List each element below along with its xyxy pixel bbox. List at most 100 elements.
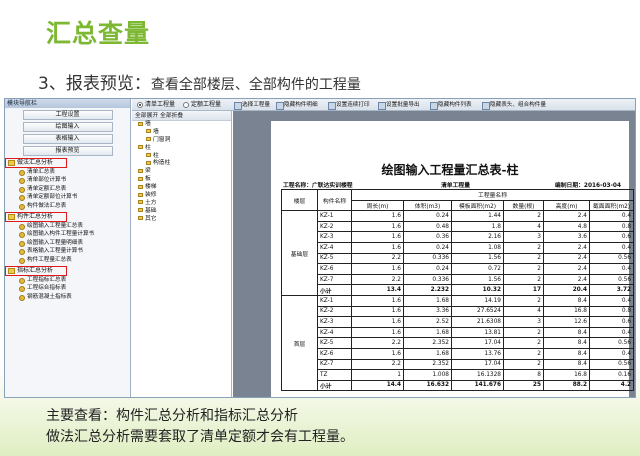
toolbar-button[interactable]: 隐藏构件列表	[430, 99, 472, 111]
nav-group-title[interactable]: 指标汇总分析	[5, 265, 130, 276]
table-cell: 16.632	[403, 379, 452, 392]
table-cell: KZ-6	[317, 347, 352, 360]
highlight-box	[5, 211, 67, 222]
highlight-box	[5, 158, 67, 168]
subtitle-rest: 查看全部楼层、全部构件的工程量	[150, 77, 361, 93]
nav-button[interactable]: 绘图输入	[22, 122, 113, 132]
nav-item[interactable]: 绘图输入工程量汇总表	[5, 222, 130, 231]
nav-item[interactable]: 表格输入工程量计算书	[5, 247, 130, 256]
table-cell: 1	[351, 369, 404, 381]
report-toolbar: 选择工程量 隐藏构件明细 设置连续打印 设置批量导出 隐藏构件列表 隐藏表头、组合构件量	[232, 99, 635, 111]
tree-item[interactable]: 柱	[132, 145, 231, 153]
nav-item[interactable]: 工程指标汇总表	[5, 276, 130, 285]
table-cell: 0.6	[588, 316, 635, 328]
table-cell: 2.2	[351, 337, 404, 349]
table-cell: 1.6	[351, 231, 404, 243]
table-cell: 3.36	[403, 305, 452, 318]
table-cell: 3	[503, 316, 544, 328]
table-cell: 0.24	[403, 263, 452, 275]
nav-button[interactable]: 工程设置	[22, 110, 113, 120]
col-subheader: 模板面积(m2)	[451, 199, 504, 212]
highlight-box	[5, 265, 67, 276]
main-pane: 清单工程量 定额工程量 选择工程量 隐藏构件明细 设置连续打印 设置批量导出 隐藏构件列…	[132, 99, 635, 397]
tree-item[interactable]: 墙	[132, 129, 231, 137]
folder-icon	[138, 200, 143, 205]
table-cell: 0.6	[588, 231, 635, 243]
table-cell: TZ	[317, 369, 352, 381]
table-cell: 12.6	[543, 316, 590, 328]
nav-item[interactable]: 绘图输入构件工程量计算书	[5, 230, 130, 239]
table-cell: 14.4	[351, 379, 404, 392]
tree-item[interactable]: 门窗洞	[132, 137, 231, 145]
table-cell: 0.4	[588, 347, 635, 360]
nav-button[interactable]: 表格输入	[22, 134, 113, 144]
col-subheader: 周长(m)	[351, 199, 404, 212]
app-screenshot: 模块导航栏 工程设置 绘图输入 表格输入 报表预览 做法汇总分析 清单汇总表 清单部位计算…	[4, 98, 636, 398]
table-row: KZ-2 1.6 3.36 27.6524 4 16.8 0.8	[282, 305, 635, 318]
table-cell: 4.8	[543, 220, 590, 233]
toolbar-button[interactable]: 设置批量导出	[378, 99, 420, 111]
tree-item[interactable]: 板	[132, 176, 231, 184]
report-preview-area: 绘图输入工程量汇总表-柱 工程名称：广联达实训楼程 清单工程量 编制日期：201…	[233, 111, 635, 397]
tree-item[interactable]: 柱	[132, 153, 231, 161]
table-cell: 2	[503, 210, 544, 222]
report-page: 绘图输入工程量汇总表-柱 工程名称：广联达实训楼程 清单工程量 编制日期：201…	[271, 121, 635, 397]
table-cell: 13.4	[351, 284, 404, 296]
tree-item[interactable]: 楼梯	[132, 184, 231, 192]
toolbar-button[interactable]: 选择工程量	[234, 99, 270, 111]
table-cell: 4	[503, 305, 544, 318]
tree-item-label: 门窗洞	[153, 136, 171, 143]
tree-item[interactable]: 装修	[132, 192, 231, 200]
table-cell: 2.232	[403, 284, 452, 296]
nav-item[interactable]: 钢筋混凝土指标表	[5, 293, 130, 302]
report-title: 绘图输入工程量汇总表-柱	[381, 163, 519, 177]
nav-item[interactable]: 清单部位计算书	[5, 176, 130, 185]
subtitle-main: 3、报表预览：	[38, 74, 151, 94]
table-cell: 0.8	[588, 220, 635, 233]
table-cell: 1.68	[403, 347, 452, 360]
tree-expand-collapse[interactable]: 全部展开 全部折叠	[132, 111, 231, 121]
table-cell: 0.56	[588, 358, 635, 371]
toolbar-button[interactable]: 隐藏表头、组合构件量	[482, 99, 546, 111]
table-cell: 2	[503, 326, 544, 339]
tab-quota-quantity[interactable]: 定额工程量	[182, 99, 221, 111]
table-cell: 2.16	[451, 231, 504, 243]
tab-bill-quantity[interactable]: 清单工程量	[136, 99, 175, 111]
nav-group-title[interactable]: 构件汇总分析	[5, 211, 130, 222]
tree-item[interactable]: 其它	[132, 216, 231, 224]
toolbar-button[interactable]: 设置连续打印	[328, 99, 370, 111]
nav-item[interactable]: 清单定额汇总表	[5, 185, 130, 194]
tree-item-label: 墙	[145, 121, 151, 127]
subtotal-row: 小计 14.4 16.632 141.676 25 88.2 4.2	[282, 379, 635, 392]
nav-item[interactable]: 绘图输入工程量明细表	[5, 239, 130, 248]
table-row: 首层 KZ-1 1.6 1.68 14.19 2 8.4 0.4	[281, 294, 635, 392]
table-row: KZ-7 2.2 0.336 1.56 2 2.4 0.56	[282, 273, 635, 286]
tree-item[interactable]: 墙	[132, 121, 231, 129]
table-cell: 0.72	[451, 263, 504, 275]
table-cell: 1.8	[451, 220, 504, 233]
tree-item[interactable]: 基础	[132, 208, 231, 216]
table-cell: 2	[503, 273, 544, 286]
nav-item[interactable]: 工程综合指标表	[5, 284, 130, 293]
table-cell: 14.19	[451, 294, 504, 307]
nav-item[interactable]: 构件做法汇总表	[5, 202, 130, 210]
table-cell: 2.2	[351, 252, 404, 265]
nav-item[interactable]: 清单定额部位计算书	[5, 193, 130, 202]
tree-item-label: 装修	[145, 192, 157, 199]
table-cell: 2.352	[403, 337, 452, 349]
folder-icon	[146, 129, 151, 134]
table-cell: 8.4	[543, 294, 590, 307]
toolbar-button[interactable]: 隐藏构件明细	[276, 99, 318, 111]
table-row: KZ-7 2.2 2.352 17.04 2 8.4 0.56	[282, 358, 635, 371]
table-cell: KZ-2	[317, 305, 352, 318]
tree-item-label: 墙	[153, 128, 159, 135]
table-cell: 0.24	[403, 210, 452, 222]
nav-group-title[interactable]: 做法汇总分析	[5, 158, 130, 168]
nav-button[interactable]: 报表预览	[22, 146, 113, 156]
nav-item[interactable]: 清单汇总表	[5, 168, 130, 177]
table-cell: 3.72	[588, 284, 635, 296]
nav-item[interactable]: 构件工程量汇总表	[5, 256, 130, 264]
table-row: TZ 1 1.008 16.1328 8 16.8 0.16	[282, 369, 635, 381]
table-cell: 25	[503, 379, 544, 392]
tree-item[interactable]: 土方	[132, 200, 231, 208]
